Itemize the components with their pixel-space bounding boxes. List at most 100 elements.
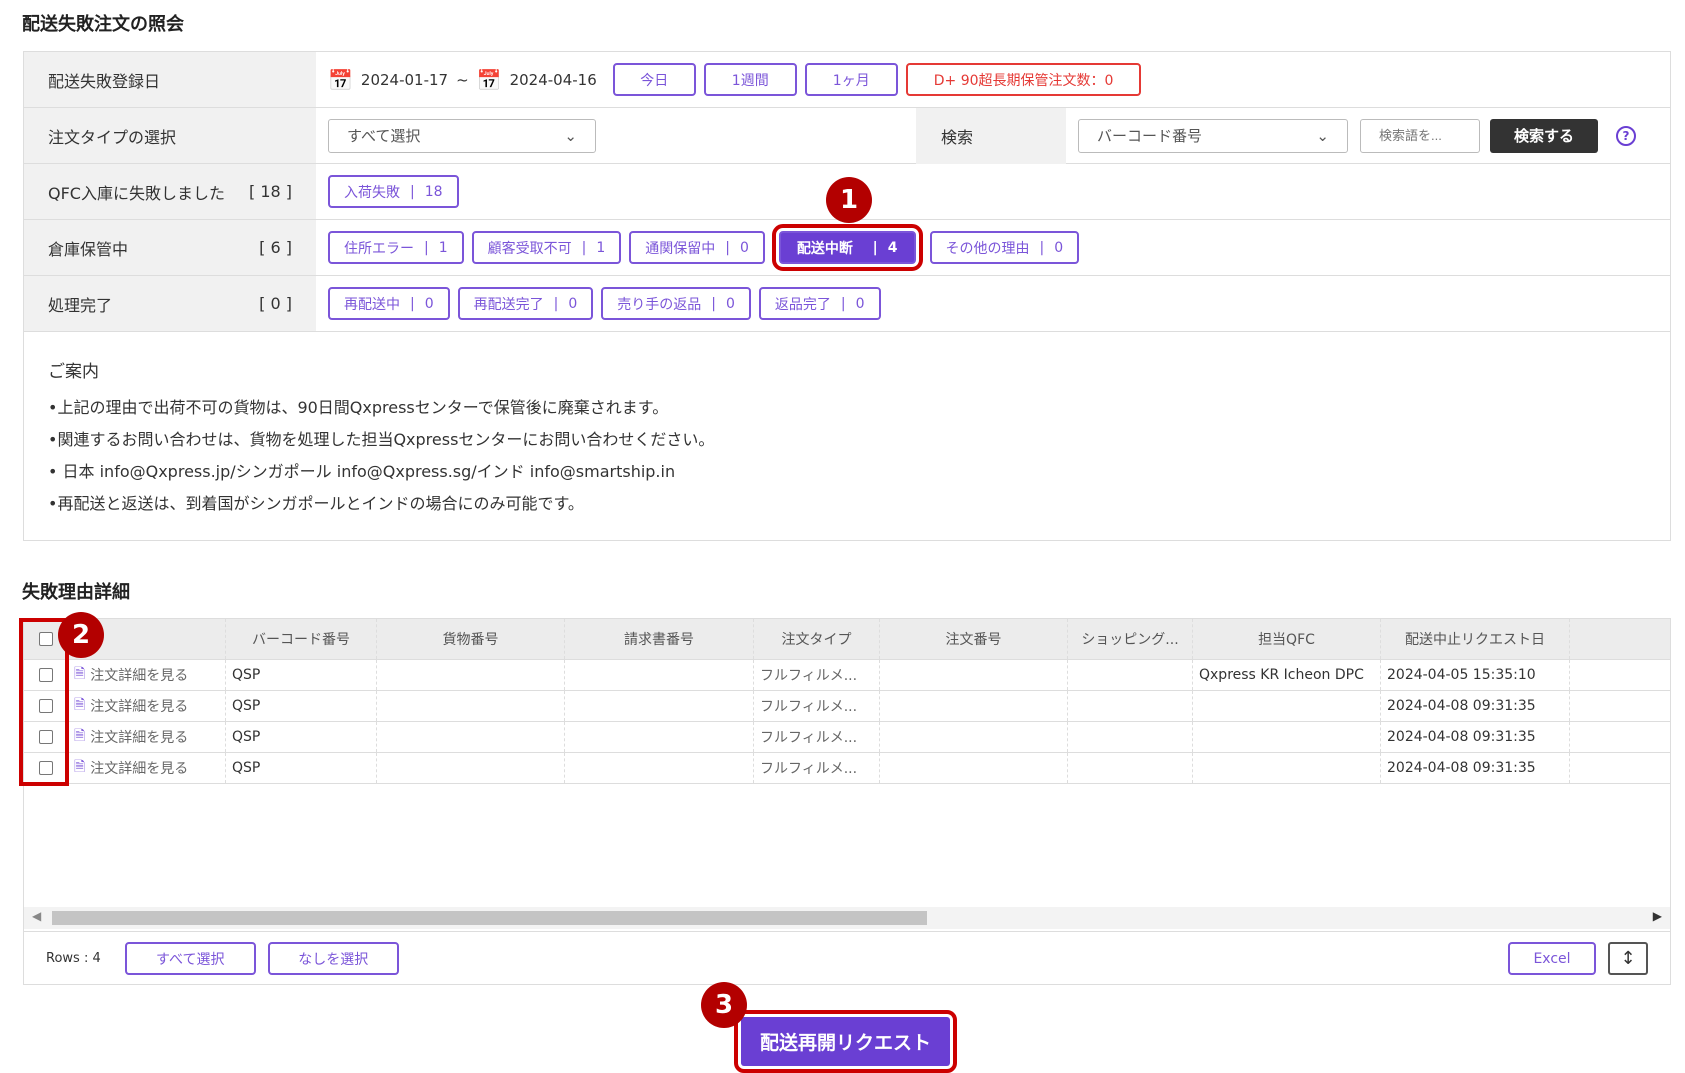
scroll-right-icon[interactable]: ▶ <box>1653 909 1662 923</box>
rows-count: Rows : 4 <box>46 951 101 966</box>
done-count: [ 0 ] <box>259 294 292 313</box>
column-header[interactable]: 配送中止リクエスト日 <box>1381 619 1570 659</box>
column-header[interactable]: 請求書番号 <box>565 619 754 659</box>
excel-button[interactable]: Excel <box>1508 942 1596 975</box>
order-detail-link[interactable]: 🗎 注文詳細を見る <box>68 753 226 783</box>
status-label: 配送中断 <box>796 240 853 257</box>
today-button[interactable]: 今日 <box>612 63 696 96</box>
guide-line: •上記の理由で出荷不可の貨物は、90日間Qxpressセンターで保管後に廃棄され… <box>48 398 669 417</box>
table-row[interactable]: 🗎 注文詳細を見る QSP フルフィルメ... 2024-04-08 09:31:35 <box>24 722 1670 753</box>
status-label: 返品完了 <box>774 296 831 313</box>
order-detail-link[interactable]: 🗎 注文詳細を見る <box>68 722 226 752</box>
status-button[interactable]: 再配送中 | 0 <box>328 287 450 320</box>
warehouse-count: [ 6 ] <box>259 238 292 257</box>
calendar-icon[interactable]: 📅 <box>328 68 353 92</box>
step-badge-2: 2 <box>58 612 104 658</box>
status-count: 0 <box>740 239 749 256</box>
resize-icon[interactable]: ↕ <box>1608 942 1648 975</box>
column-header[interactable]: バーコード番号 <box>226 619 377 659</box>
search-field-value: バーコード番号 <box>1097 127 1203 145</box>
search-input[interactable] <box>1360 118 1480 153</box>
cargo-number-cell <box>377 722 565 752</box>
calendar-icon[interactable]: 📅 <box>477 68 502 92</box>
column-header[interactable]: 注文タイプ <box>754 619 880 659</box>
search-field-select[interactable]: バーコード番号 ⌄ <box>1078 118 1348 153</box>
column-header[interactable]: 貨物番号 <box>377 619 565 659</box>
select-none-button[interactable]: なしを選択 <box>267 942 399 975</box>
date-to[interactable]: 2024-04-16 <box>510 71 597 89</box>
page-title: 配送失敗注文の照会 <box>22 14 184 35</box>
filler-cell <box>1570 722 1670 752</box>
order-detail-link[interactable]: 🗎 注文詳細を見る <box>68 660 226 690</box>
qfc-cell: Qxpress KR Icheon DPC <box>1193 660 1381 690</box>
order-number-cell <box>880 753 1068 783</box>
step-badge-1: 1 <box>826 177 872 223</box>
request-date-cell: 2024-04-08 09:31:35 <box>1381 691 1570 721</box>
search-button[interactable]: 検索する <box>1490 118 1599 153</box>
status-button[interactable]: 通関保留中 | 0 <box>629 231 765 264</box>
status-label: 売り手の返品 <box>617 296 702 313</box>
step-badge-3: 3 <box>701 982 747 1028</box>
order-detail-label: 注文詳細を見る <box>90 761 189 777</box>
status-button[interactable]: 返品完了 | 0 <box>758 287 881 320</box>
qfc-cell <box>1193 691 1381 721</box>
invoice-number-cell <box>565 722 754 752</box>
barcode-cell: QSP <box>226 691 377 721</box>
date-from[interactable]: 2024-01-17 <box>361 71 448 89</box>
status-button[interactable]: 住所エラー | 1 <box>328 231 464 264</box>
week-button[interactable]: 1週間 <box>703 63 797 96</box>
status-button-delivery-stopped[interactable]: 配送中断 | 4 <box>771 224 923 271</box>
qfc-cell <box>1193 722 1381 752</box>
qfc-count: [ 18 ] <box>248 182 292 201</box>
date-row: 配送失敗登録日 📅 2024-01-17 ~ 📅 2024-04-16 今日 1… <box>24 52 1670 108</box>
month-button[interactable]: 1ヶ月 <box>804 63 898 96</box>
status-button[interactable]: その他の理由 | 0 <box>929 231 1080 264</box>
status-count: 1 <box>438 239 448 256</box>
long-term-button[interactable]: D+ 90超長期保管注文数：0 <box>905 63 1142 96</box>
filter-panel: 配送失敗登録日 📅 2024-01-17 ~ 📅 2024-04-16 今日 1… <box>23 51 1671 541</box>
order-type-value: すべて選択 <box>347 127 421 145</box>
warehouse-label: 倉庫保管中 <box>48 239 129 259</box>
select-all-button[interactable]: すべて選択 <box>124 942 256 975</box>
resume-delivery-button[interactable]: 配送再開リクエスト <box>734 1010 957 1073</box>
column-header-filler <box>1570 619 1670 659</box>
invoice-number-cell <box>565 660 754 690</box>
status-count: 1 <box>596 239 606 256</box>
status-label: 顧客受取不可 <box>487 240 572 257</box>
barcode-cell: QSP <box>226 660 377 690</box>
status-button[interactable]: 顧客受取不可 | 1 <box>471 231 622 264</box>
order-type-select[interactable]: すべて選択 ⌄ <box>328 118 596 153</box>
document-icon: 🗎 <box>74 759 86 775</box>
horizontal-scrollbar[interactable]: ◀ ▶ <box>24 907 1670 929</box>
status-label: 通関保留中 <box>645 240 716 257</box>
document-icon: 🗎 <box>74 697 86 713</box>
table-row[interactable]: 🗎 注文詳細を見る QSP フルフィルメ... Qxpress KR Icheon DP… <box>24 660 1670 691</box>
status-button[interactable]: 売り手の返品 | 0 <box>601 287 751 320</box>
status-label: 再配送中 <box>344 296 400 313</box>
order-type-cell: フルフィルメ... <box>754 691 880 721</box>
column-header[interactable]: 注文番号 <box>880 619 1068 659</box>
scroll-left-icon[interactable]: ◀ <box>32 909 41 923</box>
column-header[interactable]: 担当QFC <box>1193 619 1381 659</box>
order-number-cell <box>880 660 1068 690</box>
cargo-number-cell <box>377 753 565 783</box>
column-header[interactable]: ショッピング... <box>1068 619 1193 659</box>
shopping-cell <box>1068 660 1193 690</box>
guide-line: • 日本 info@Qxpress.jp/シンガポール info@Qxpress… <box>48 462 676 481</box>
date-separator: ~ <box>456 70 469 89</box>
request-date-cell: 2024-04-08 09:31:35 <box>1381 722 1570 752</box>
done-label: 処理完了 <box>48 295 113 315</box>
invoice-number-cell <box>565 753 754 783</box>
order-type-cell: フルフィルメ... <box>754 660 880 690</box>
order-detail-link[interactable]: 🗎 注文詳細を見る <box>68 691 226 721</box>
status-button[interactable]: 再配送完了 | 0 <box>457 287 594 320</box>
scroll-thumb[interactable] <box>52 911 927 925</box>
document-icon: 🗎 <box>74 666 86 682</box>
table-row[interactable]: 🗎 注文詳細を見る QSP フルフィルメ... 2024-04-08 09:31:35 <box>24 753 1670 784</box>
filler-cell <box>1570 753 1670 783</box>
table-row[interactable]: 🗎 注文詳細を見る QSP フルフィルメ... 2024-04-08 09:31:35 <box>24 691 1670 722</box>
help-icon[interactable]: ? <box>1616 125 1637 146</box>
status-button-arrival-failed[interactable]: 入荷失敗 | 18 <box>328 175 459 208</box>
order-detail-label: 注文詳細を見る <box>90 668 189 684</box>
status-count: 18 <box>424 183 443 200</box>
